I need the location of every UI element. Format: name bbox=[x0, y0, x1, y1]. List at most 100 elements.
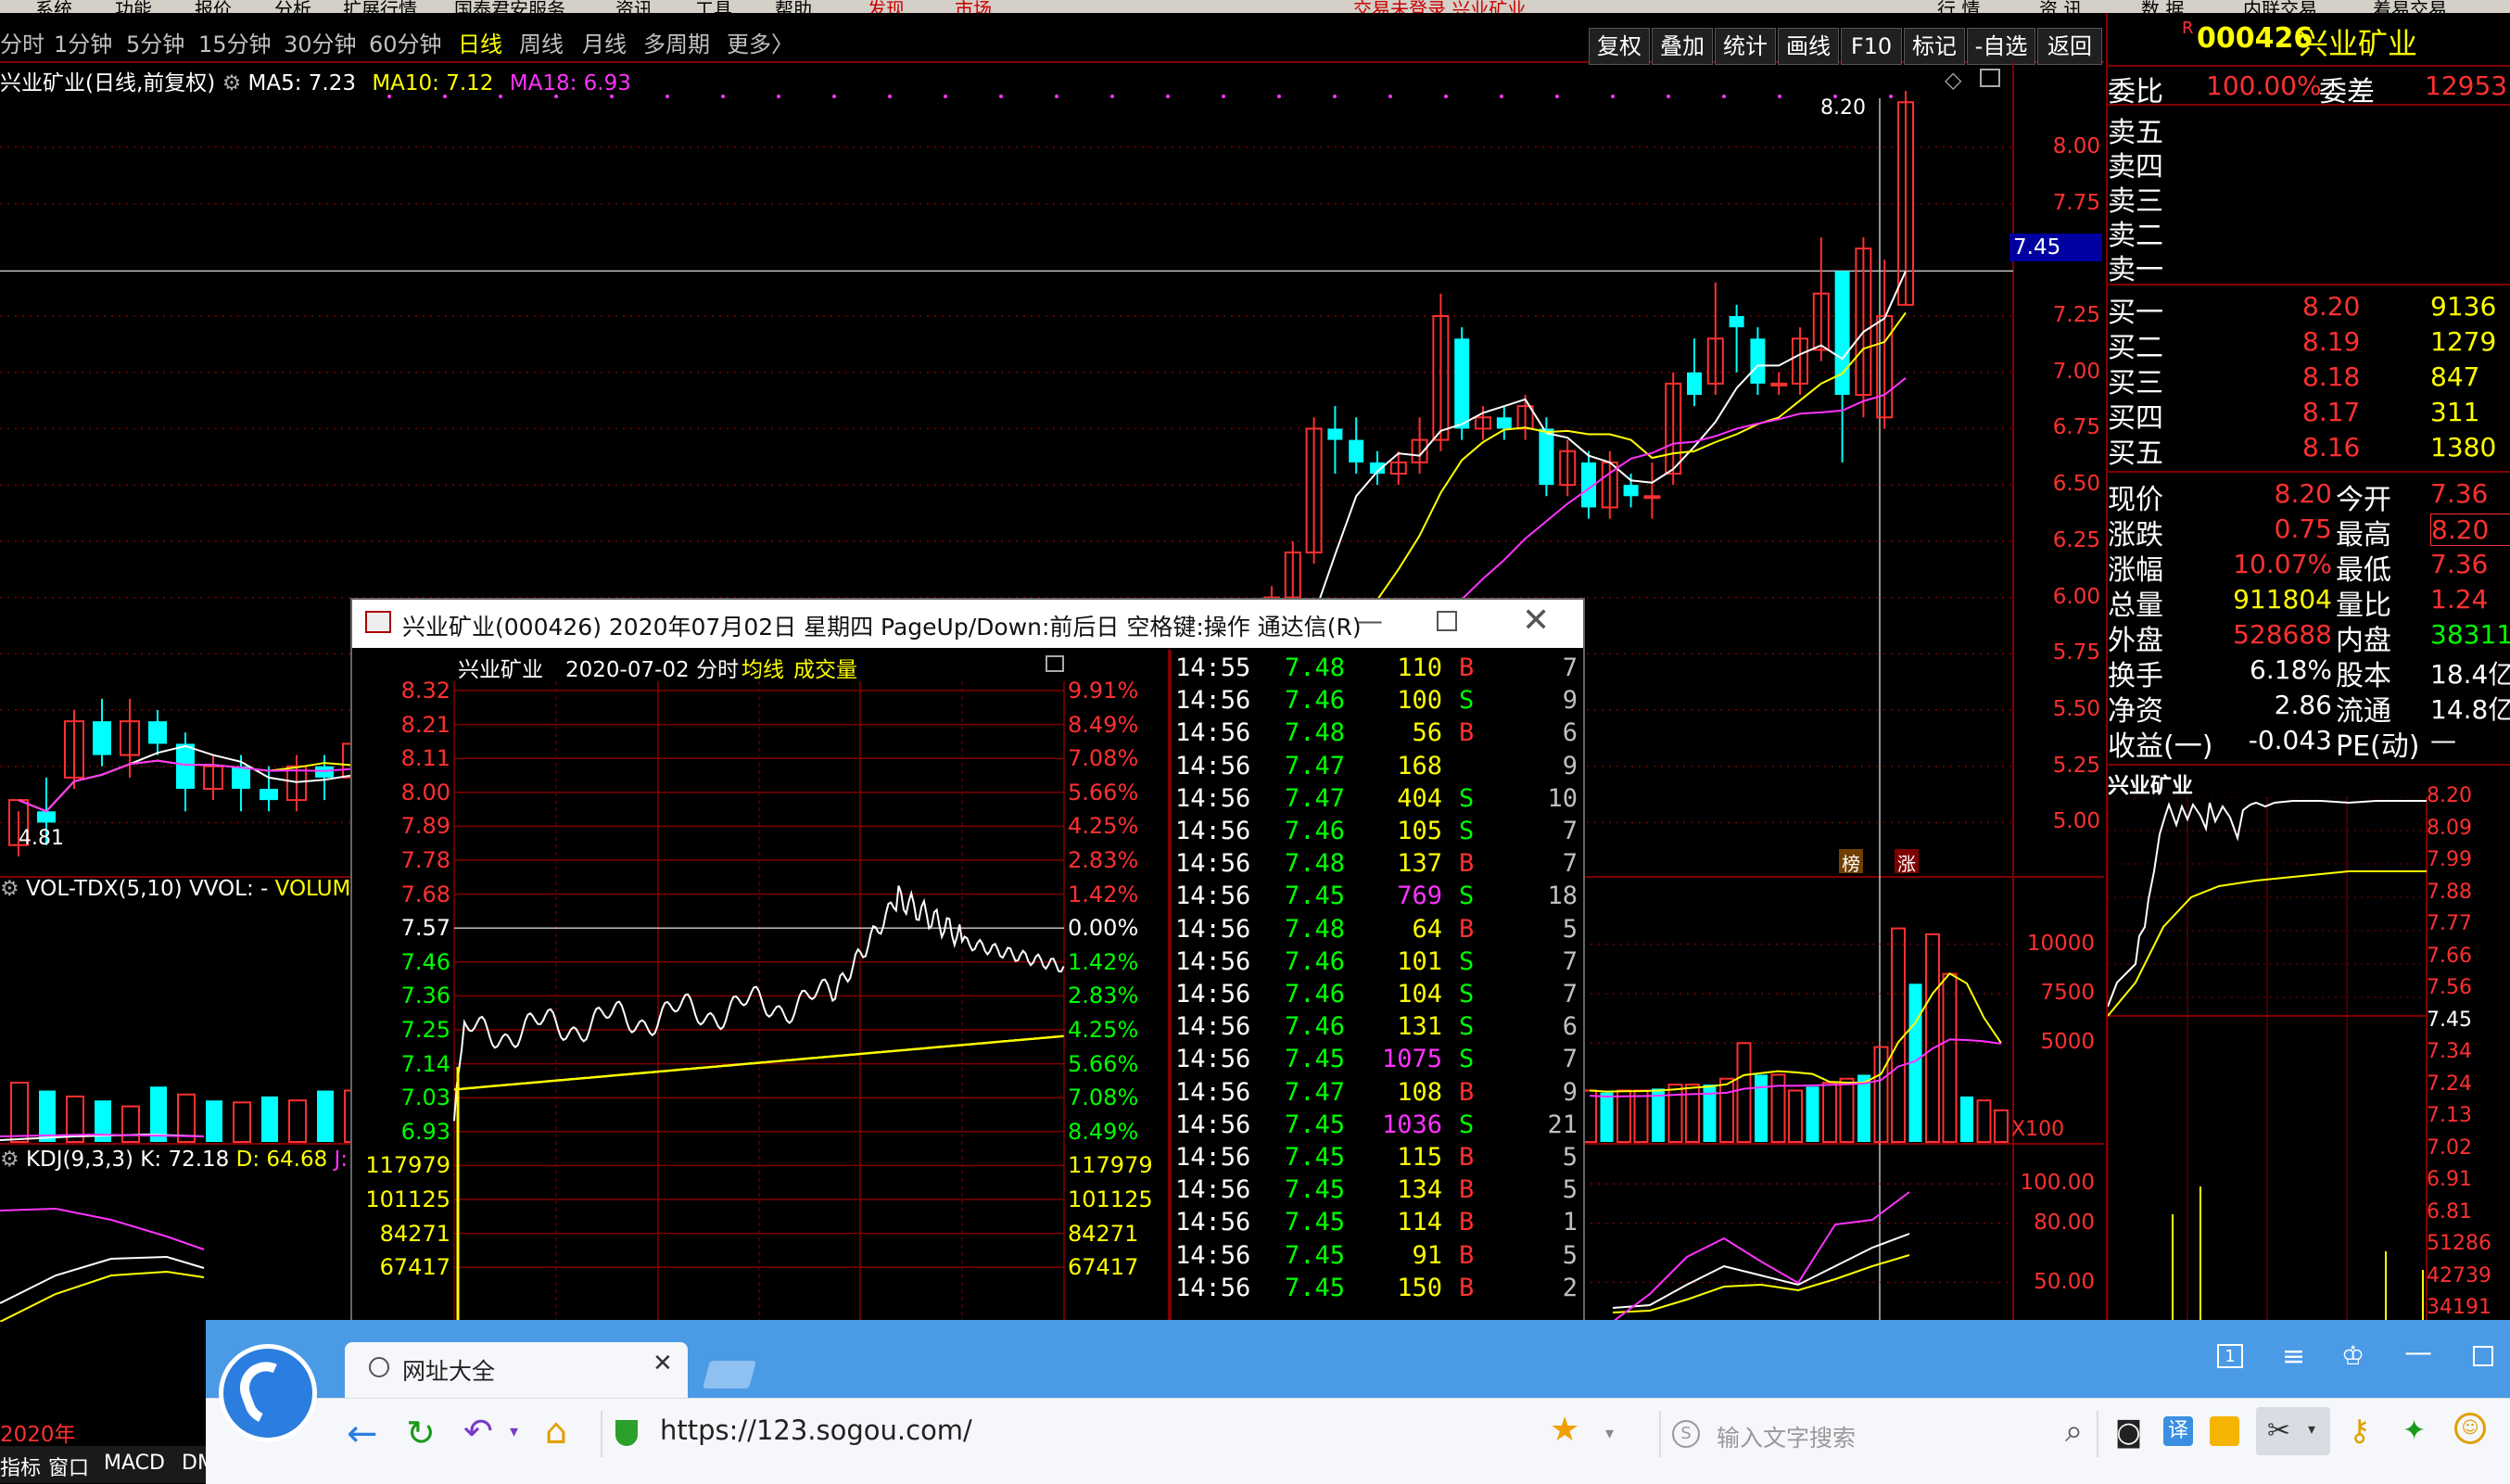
tick-row[interactable]: 14:56 7.47 168 9 bbox=[1173, 752, 1578, 785]
tab-close-icon[interactable]: ✕ bbox=[653, 1350, 673, 1377]
period-tab[interactable]: 周线 bbox=[519, 26, 564, 58]
buy-price[interactable]: 8.18 bbox=[2302, 361, 2360, 392]
tick-row[interactable]: 14:56 7.45 1036 S 21 bbox=[1173, 1110, 1578, 1144]
huaxian-button[interactable]: 画线 bbox=[1778, 28, 1839, 65]
game-icon[interactable]: ✦ bbox=[2402, 1414, 2426, 1447]
tick-row[interactable]: 14:56 7.48 56 B 6 bbox=[1173, 718, 1578, 752]
menu-item[interactable]: 工具 bbox=[695, 0, 732, 13]
key-icon[interactable]: ⚷ bbox=[2349, 1413, 2370, 1448]
intraday-chart[interactable] bbox=[352, 650, 1168, 1323]
close-icon[interactable]: ✕ bbox=[1522, 602, 1550, 640]
biaoji-button[interactable]: 标记 bbox=[1904, 28, 1965, 65]
menu-item[interactable]: 行 情 bbox=[1937, 0, 1980, 13]
menu-item[interactable]: 帮助 bbox=[775, 0, 812, 13]
menu-icon[interactable]: ≡ bbox=[2282, 1340, 2305, 1373]
menu-item[interactable]: 报价 bbox=[195, 0, 232, 13]
tick-row[interactable]: 14:56 7.45 91 B 5 bbox=[1173, 1241, 1578, 1275]
window-count-icon[interactable]: 1 bbox=[2217, 1344, 2243, 1368]
menu-item[interactable]: 数 据 bbox=[2141, 0, 2184, 13]
period-tab[interactable]: 30分钟 bbox=[284, 26, 357, 58]
search-icon[interactable]: ⌕ bbox=[2065, 1413, 2083, 1450]
buy-price[interactable]: 8.17 bbox=[2302, 397, 2360, 427]
tick-row[interactable]: 14:56 7.47 108 B 9 bbox=[1173, 1078, 1578, 1111]
period-tab[interactable]: 更多〉 bbox=[727, 26, 793, 58]
period-tab[interactable]: 15分钟 bbox=[198, 26, 272, 58]
diejia-button[interactable]: 叠加 bbox=[1652, 28, 1713, 65]
tick-row[interactable]: 14:56 7.47 404 S 10 bbox=[1173, 784, 1578, 818]
buy-price[interactable]: 8.16 bbox=[2302, 432, 2360, 463]
menu-item[interactable]: 功能 bbox=[115, 0, 152, 13]
url-bar[interactable]: https://123.sogou.com/ bbox=[660, 1414, 972, 1446]
window-minimize-icon[interactable]: — bbox=[2404, 1337, 2432, 1369]
tick-row[interactable]: 14:56 7.45 114 B 1 bbox=[1173, 1208, 1578, 1241]
period-tab-active[interactable]: 日线 bbox=[458, 26, 502, 58]
tick-row[interactable]: 14:56 7.48 64 B 5 bbox=[1173, 915, 1578, 948]
menu-item[interactable]: 内联交易 bbox=[2243, 0, 2317, 13]
tick-row[interactable]: 14:55 7.48 110 B 7 bbox=[1173, 653, 1578, 687]
zixuan-button[interactable]: -自选 bbox=[1967, 28, 2035, 65]
tab-zhibiao[interactable]: 指标 bbox=[0, 1452, 41, 1481]
tab-chuangkou[interactable]: 窗口 bbox=[48, 1452, 89, 1481]
smiley-icon[interactable]: ☺ bbox=[2454, 1413, 2486, 1444]
period-tab[interactable]: 月线 bbox=[582, 26, 627, 58]
tick-list[interactable]: 14:55 7.48 110 B 7 14:56 7.46 100 S 9 14:56 7.48 56 B… bbox=[1173, 653, 1581, 1321]
tab-macd[interactable]: MACD bbox=[104, 1452, 165, 1475]
refresh-icon[interactable]: ↻ bbox=[406, 1413, 436, 1453]
tongji-button[interactable]: 统计 bbox=[1715, 28, 1776, 65]
fanhui-button[interactable]: 返回 bbox=[2037, 28, 2102, 65]
menu-item[interactable]: 系统 bbox=[35, 0, 72, 13]
menu-item[interactable]: 国泰君安服务 bbox=[454, 0, 565, 13]
tick-row[interactable]: 14:56 7.45 769 S 18 bbox=[1173, 882, 1578, 915]
tick-row[interactable]: 14:56 7.45 1075 S 7 bbox=[1173, 1045, 1578, 1078]
buy-price[interactable]: 8.20 bbox=[2302, 291, 2360, 322]
menu-item[interactable]: 发现 bbox=[868, 0, 905, 13]
note-icon[interactable] bbox=[2210, 1416, 2239, 1446]
secure-shield-icon[interactable] bbox=[615, 1420, 638, 1446]
menu-item[interactable]: 分析 bbox=[274, 0, 311, 13]
search-engine-icon[interactable]: S bbox=[1672, 1420, 1700, 1448]
tick-row[interactable]: 14:56 7.46 105 S 7 bbox=[1173, 817, 1578, 850]
menu-item[interactable]: 扩展行情 bbox=[343, 0, 417, 13]
settings-icon[interactable]: ⚙ bbox=[0, 877, 19, 901]
chevron-down-icon[interactable]: ▾ bbox=[510, 1422, 518, 1441]
zhang-marker[interactable]: 涨 bbox=[1895, 849, 1919, 875]
minimize-icon[interactable]: — bbox=[1357, 605, 1383, 636]
fuquan-button[interactable]: 复权 bbox=[1589, 28, 1650, 65]
maximize-icon[interactable] bbox=[1437, 611, 1457, 631]
new-tab-button[interactable] bbox=[702, 1361, 757, 1389]
buy-price[interactable]: 8.19 bbox=[2302, 326, 2360, 357]
tick-row[interactable]: 14:56 7.48 137 B 7 bbox=[1173, 849, 1578, 882]
tick-row[interactable]: 14:56 7.45 115 B 5 bbox=[1173, 1143, 1578, 1176]
home-icon[interactable]: ⌂ bbox=[545, 1411, 567, 1452]
chevron-down-icon[interactable]: ▾ bbox=[1605, 1424, 1614, 1443]
tick-row[interactable]: 14:56 7.45 134 B 5 bbox=[1173, 1175, 1578, 1209]
tick-row[interactable]: 14:56 7.45 150 B 2 bbox=[1173, 1274, 1578, 1307]
window-maximize-icon[interactable] bbox=[2473, 1346, 2493, 1366]
back-icon[interactable]: ← bbox=[347, 1413, 378, 1455]
settings-icon[interactable]: ⚙ bbox=[0, 1148, 19, 1172]
tick-row[interactable]: 14:56 7.46 104 S 7 bbox=[1173, 980, 1578, 1013]
sogou-logo-icon[interactable] bbox=[219, 1344, 317, 1442]
tick-row[interactable]: 14:56 7.46 101 S 7 bbox=[1173, 947, 1578, 981]
tick-row[interactable]: 14:56 7.46 100 S 9 bbox=[1173, 686, 1578, 719]
bang-marker[interactable]: 榜 bbox=[1839, 849, 1863, 875]
popup-titlebar[interactable]: 兴业矿业(000426) 2020年07月02日 星期四 PageUp/Down… bbox=[352, 600, 1583, 648]
translate-icon[interactable]: 译 bbox=[2163, 1416, 2193, 1446]
search-input[interactable]: 输入文字搜索 bbox=[1717, 1420, 1856, 1453]
tab-wangzhi[interactable]: 网址大全 ✕ bbox=[345, 1342, 688, 1398]
period-tab[interactable]: 多周期 bbox=[643, 26, 710, 58]
menu-item[interactable]: 资讯 bbox=[615, 0, 653, 13]
screenshot-button[interactable]: ✂ ▾ bbox=[2256, 1407, 2330, 1455]
menu-item[interactable]: 市场 bbox=[955, 0, 992, 13]
undo-icon[interactable]: ↶ bbox=[463, 1411, 493, 1452]
f10-button[interactable]: F10 bbox=[1841, 28, 1902, 65]
favorite-star-icon[interactable]: ★ bbox=[1550, 1411, 1579, 1449]
incognito-icon[interactable]: ◙ bbox=[2115, 1416, 2142, 1449]
period-tab[interactable]: 5分钟 bbox=[126, 26, 184, 58]
period-tab[interactable]: 60分钟 bbox=[369, 26, 442, 58]
menu-item[interactable]: 着易交易 bbox=[2373, 0, 2447, 13]
period-tab[interactable]: 分时 bbox=[0, 26, 44, 58]
tick-row[interactable]: 14:56 7.46 131 S 6 bbox=[1173, 1012, 1578, 1046]
menu-item[interactable]: 资 讯 bbox=[2039, 0, 2082, 13]
period-tab[interactable]: 1分钟 bbox=[54, 26, 112, 58]
